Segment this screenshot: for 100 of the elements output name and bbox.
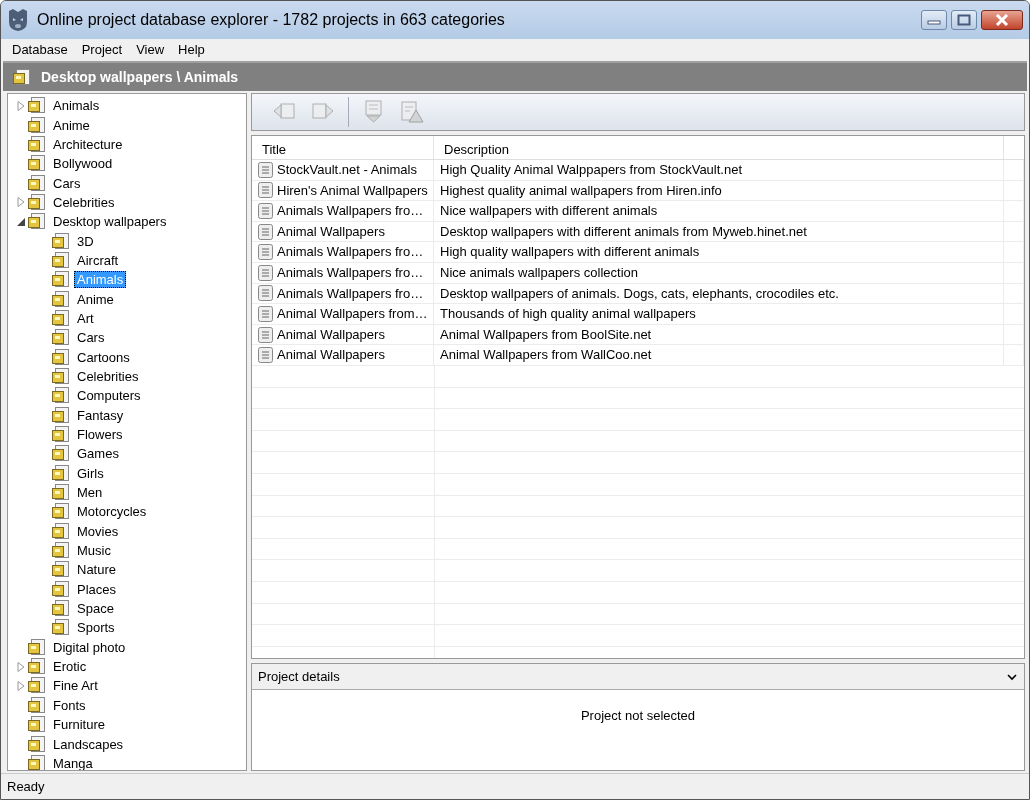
- document-icon: [258, 347, 273, 364]
- tree-item[interactable]: Anime: [74, 290, 117, 308]
- folder-icon: [28, 716, 46, 734]
- tree-item[interactable]: Girls: [74, 464, 107, 482]
- expand-arrow-icon[interactable]: [16, 681, 26, 691]
- tree-item[interactable]: Landscapes: [50, 735, 127, 753]
- tree-item[interactable]: Fonts: [50, 696, 89, 714]
- tree-item[interactable]: Architecture: [50, 135, 126, 153]
- maximize-button[interactable]: [951, 10, 977, 30]
- folder-icon: [52, 426, 70, 443]
- tree-item[interactable]: Aircraft: [74, 251, 122, 269]
- description-cell-text: Desktop wallpapers of animals. Dogs, cats, elephants, crocodiles etc.: [440, 284, 839, 303]
- title-cell-text: Animal Wallpapers: [277, 222, 385, 241]
- folder-icon: [52, 251, 70, 269]
- folder-icon: [52, 232, 70, 250]
- tree-item[interactable]: Erotic: [50, 658, 90, 676]
- tree-item[interactable]: Sports: [74, 619, 118, 637]
- tree-item[interactable]: Space: [74, 600, 117, 618]
- folder-icon: [52, 580, 70, 598]
- folder-icon: [52, 348, 70, 366]
- description-cell-text: Thousands of high quality animal wallpapers: [440, 305, 696, 324]
- folder-icon: [52, 542, 70, 560]
- close-button[interactable]: [981, 10, 1023, 30]
- tree-item[interactable]: Manga: [50, 754, 96, 770]
- menu-item[interactable]: Help: [171, 40, 212, 60]
- tree-item[interactable]: Desktop wallpapers: [50, 213, 170, 231]
- folder-icon: [52, 271, 70, 289]
- folder-icon: [28, 174, 46, 192]
- expand-arrow-icon[interactable]: [16, 661, 26, 672]
- title-cell-text: Animals Wallpapers fro…: [277, 264, 424, 282]
- column-header[interactable]: Description: [434, 136, 1004, 159]
- tree-item[interactable]: Fine Art: [50, 677, 101, 695]
- description-cell-text: Desktop wallpapers with different animals from Myweb.hinet.net: [440, 222, 807, 241]
- tree-item[interactable]: Motorcycles: [74, 503, 150, 521]
- title-cell-text: Hiren's Animal Wallpapers: [277, 181, 428, 200]
- description-cell-text: High quality wallpapers with different animals: [440, 243, 700, 262]
- tree-item[interactable]: Nature: [74, 561, 120, 579]
- title-cell-text: StockVault.net - Animals: [277, 161, 417, 180]
- column-header[interactable]: Title: [252, 136, 434, 159]
- folder-icon: [28, 213, 46, 231]
- tree-item[interactable]: Celebrities: [74, 368, 142, 385]
- menu-item[interactable]: View: [129, 40, 172, 60]
- folder-icon: [52, 329, 70, 347]
- tree-item[interactable]: Flowers: [74, 426, 126, 443]
- folder-icon: [28, 116, 46, 134]
- minimize-button[interactable]: [921, 10, 947, 30]
- title-cell-text: Animals Wallpapers fro…: [277, 284, 424, 303]
- tree-item[interactable]: Bollywood: [50, 155, 116, 173]
- document-icon: [258, 305, 273, 322]
- tree-item[interactable]: Computers: [74, 387, 144, 405]
- tree-item[interactable]: Celebrities: [50, 193, 118, 211]
- tree-item[interactable]: Cars: [74, 329, 108, 347]
- collapse-arrow-icon[interactable]: [16, 216, 26, 227]
- tree-item[interactable]: 3D: [74, 232, 97, 250]
- chevron-icon[interactable]: [1006, 671, 1018, 682]
- description-cell-text: High Quality Animal Walppapers from StockVault.net: [440, 161, 743, 180]
- status-bar: Ready: [1, 773, 1029, 799]
- title-cell-text: Animals Wallpapers fro…: [277, 243, 424, 262]
- tree-item[interactable]: Anime: [50, 116, 93, 134]
- folder-icon: [52, 600, 70, 618]
- details-message: Project not selected: [580, 707, 696, 725]
- menu-item[interactable]: Database: [5, 40, 75, 60]
- tree-item[interactable]: Cartoons: [74, 348, 133, 366]
- folder-icon: [52, 445, 70, 463]
- tree-item[interactable]: Art: [74, 309, 97, 327]
- tree-item[interactable]: Furniture: [50, 716, 109, 734]
- document-icon: [258, 264, 273, 281]
- folder-icon: [52, 290, 70, 308]
- tree-item[interactable]: Cars: [50, 174, 84, 192]
- close-icon: [994, 14, 1010, 26]
- folder-icon: [28, 658, 46, 676]
- tree-item[interactable]: Men: [74, 484, 106, 502]
- folder-icon: [28, 638, 46, 656]
- app-icon: [7, 8, 29, 32]
- description-cell-text: Nice wallpapers with different animals: [440, 202, 658, 221]
- expand-arrow-icon[interactable]: [16, 100, 26, 111]
- tree-item[interactable]: Places: [74, 580, 120, 598]
- folder-icon: [52, 309, 70, 327]
- window-title: Online project database explorer - 1782 projects in 663 categories: [37, 10, 506, 30]
- folder-icon: [52, 406, 70, 424]
- breadcrumb-folder-icon: [13, 68, 31, 86]
- folder-icon: [52, 484, 70, 502]
- folder-icon: [52, 619, 70, 637]
- document-icon: [258, 203, 273, 219]
- tree-item[interactable]: Animals: [50, 97, 103, 115]
- tree-item[interactable]: Movies: [74, 522, 122, 540]
- tree-item[interactable]: Fantasy: [74, 406, 127, 424]
- menu-item[interactable]: Project: [74, 40, 130, 60]
- folder-icon: [52, 503, 70, 521]
- folder-icon: [52, 387, 70, 405]
- breadcrumb-path: Desktop wallpapers \ Animals: [41, 67, 239, 87]
- folder-icon: [28, 97, 46, 115]
- title-cell-text: Animal Wallpapers: [277, 346, 385, 365]
- folder-icon: [52, 561, 70, 579]
- tree-item[interactable]: Games: [74, 445, 122, 463]
- title-cell-text: Animal Wallpapers from…: [277, 305, 428, 324]
- expand-arrow-icon[interactable]: [16, 197, 26, 208]
- details-title: Project details: [258, 667, 340, 686]
- tree-item[interactable]: Digital photo: [50, 638, 129, 656]
- tree-item[interactable]: Music: [74, 542, 114, 560]
